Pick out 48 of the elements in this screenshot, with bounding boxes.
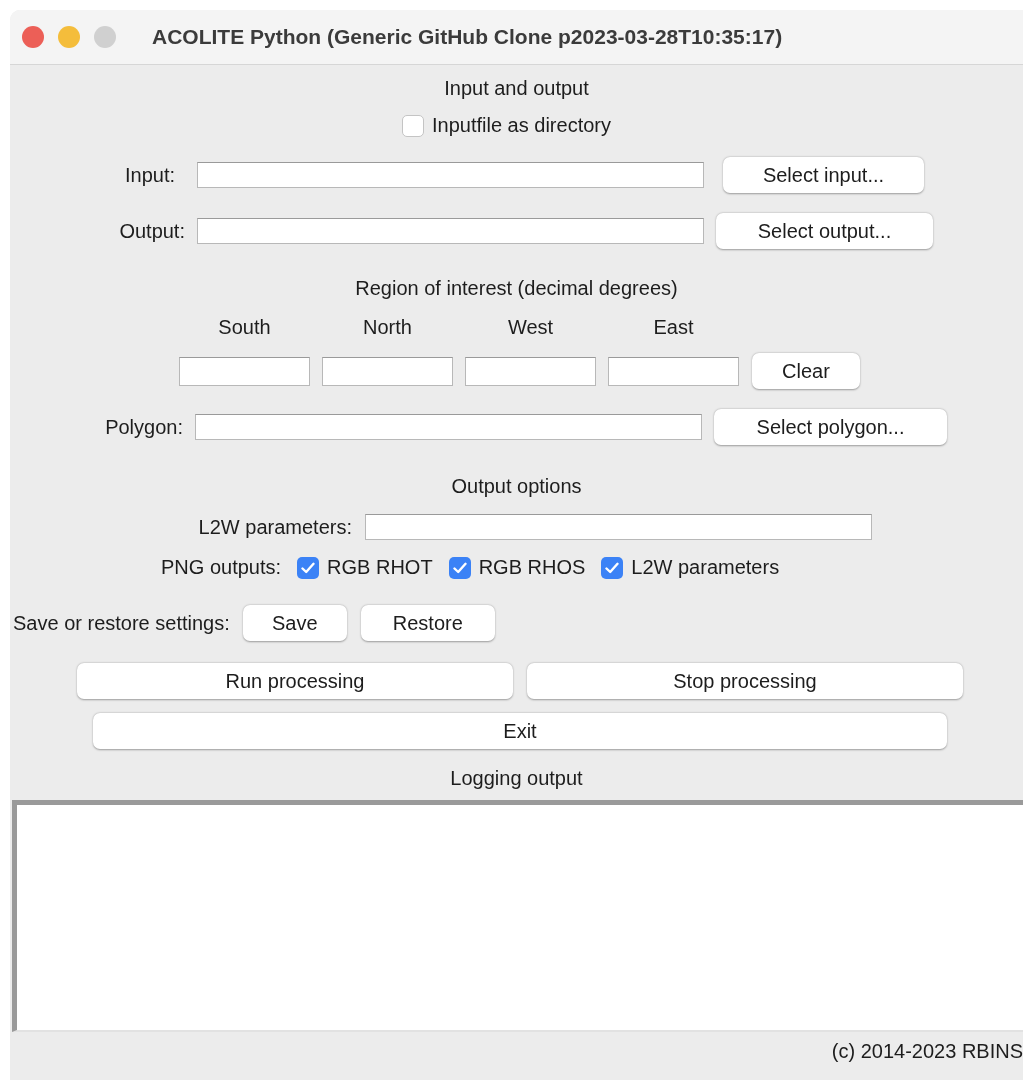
coordinate-field[interactable] xyxy=(465,356,596,386)
clear-button[interactable]: Clear xyxy=(752,353,860,389)
checkmark-icon xyxy=(605,561,620,574)
checkmark-icon xyxy=(452,561,467,574)
column-label: South xyxy=(217,316,272,339)
zoom-button[interactable] xyxy=(94,26,116,48)
coordinate-field[interactable] xyxy=(608,356,739,386)
close-button[interactable] xyxy=(22,26,44,48)
column-label: North xyxy=(362,316,413,339)
column-label: West xyxy=(506,316,555,339)
parameters-field[interactable] xyxy=(365,514,872,540)
section-heading: Logging output xyxy=(450,767,583,790)
settings-button[interactable]: Save xyxy=(242,605,347,641)
copyright-text: (c) 2014-2023 RBINS xyxy=(831,1040,1023,1063)
input-field[interactable] xyxy=(197,162,704,188)
exit-button[interactable]: Exit xyxy=(93,713,947,749)
checkbox[interactable] xyxy=(402,114,424,137)
checkbox-label: RGB RHOS xyxy=(478,556,586,579)
column-label: East xyxy=(652,316,695,339)
processing-button[interactable]: Stop processing xyxy=(527,663,963,699)
section-heading: Output options xyxy=(451,475,582,498)
field-label: Output: xyxy=(118,219,185,243)
window-title: ACOLITE Python (Generic GitHub Clone p2023-03-28T10:35:17) xyxy=(152,25,783,49)
settings-button[interactable]: Restore xyxy=(360,605,495,641)
checkbox[interactable] xyxy=(448,556,471,579)
log-output[interactable] xyxy=(12,800,1023,1032)
coordinate-field[interactable] xyxy=(322,356,453,386)
output-field[interactable] xyxy=(197,218,704,244)
settings-label: Save or restore settings: xyxy=(13,611,230,635)
checkbox-label: RGB RHOT xyxy=(327,556,433,579)
minimize-button[interactable] xyxy=(58,26,80,48)
checkbox[interactable] xyxy=(297,556,320,579)
processing-button[interactable]: Run processing xyxy=(77,663,513,699)
select-button[interactable]: Select input... xyxy=(723,157,924,193)
field-label: L2W parameters: xyxy=(197,515,352,539)
polygon-field[interactable] xyxy=(195,414,702,440)
section-heading: Region of interest (decimal degrees) xyxy=(355,277,678,300)
select-button[interactable]: Select output... xyxy=(716,213,933,249)
checkbox-label: Inputfile as directory xyxy=(432,114,611,137)
field-label: Polygon: xyxy=(104,415,183,439)
checkbox[interactable] xyxy=(601,556,624,579)
field-label: Input: xyxy=(123,163,175,187)
coordinate-field[interactable] xyxy=(179,356,310,386)
select-button[interactable]: Select polygon... xyxy=(714,409,947,445)
checkbox-label: L2W parameters xyxy=(631,556,780,579)
checkmark-icon xyxy=(301,561,316,574)
field-label: PNG outputs: xyxy=(161,556,282,579)
section-heading: Input and output xyxy=(444,77,589,100)
